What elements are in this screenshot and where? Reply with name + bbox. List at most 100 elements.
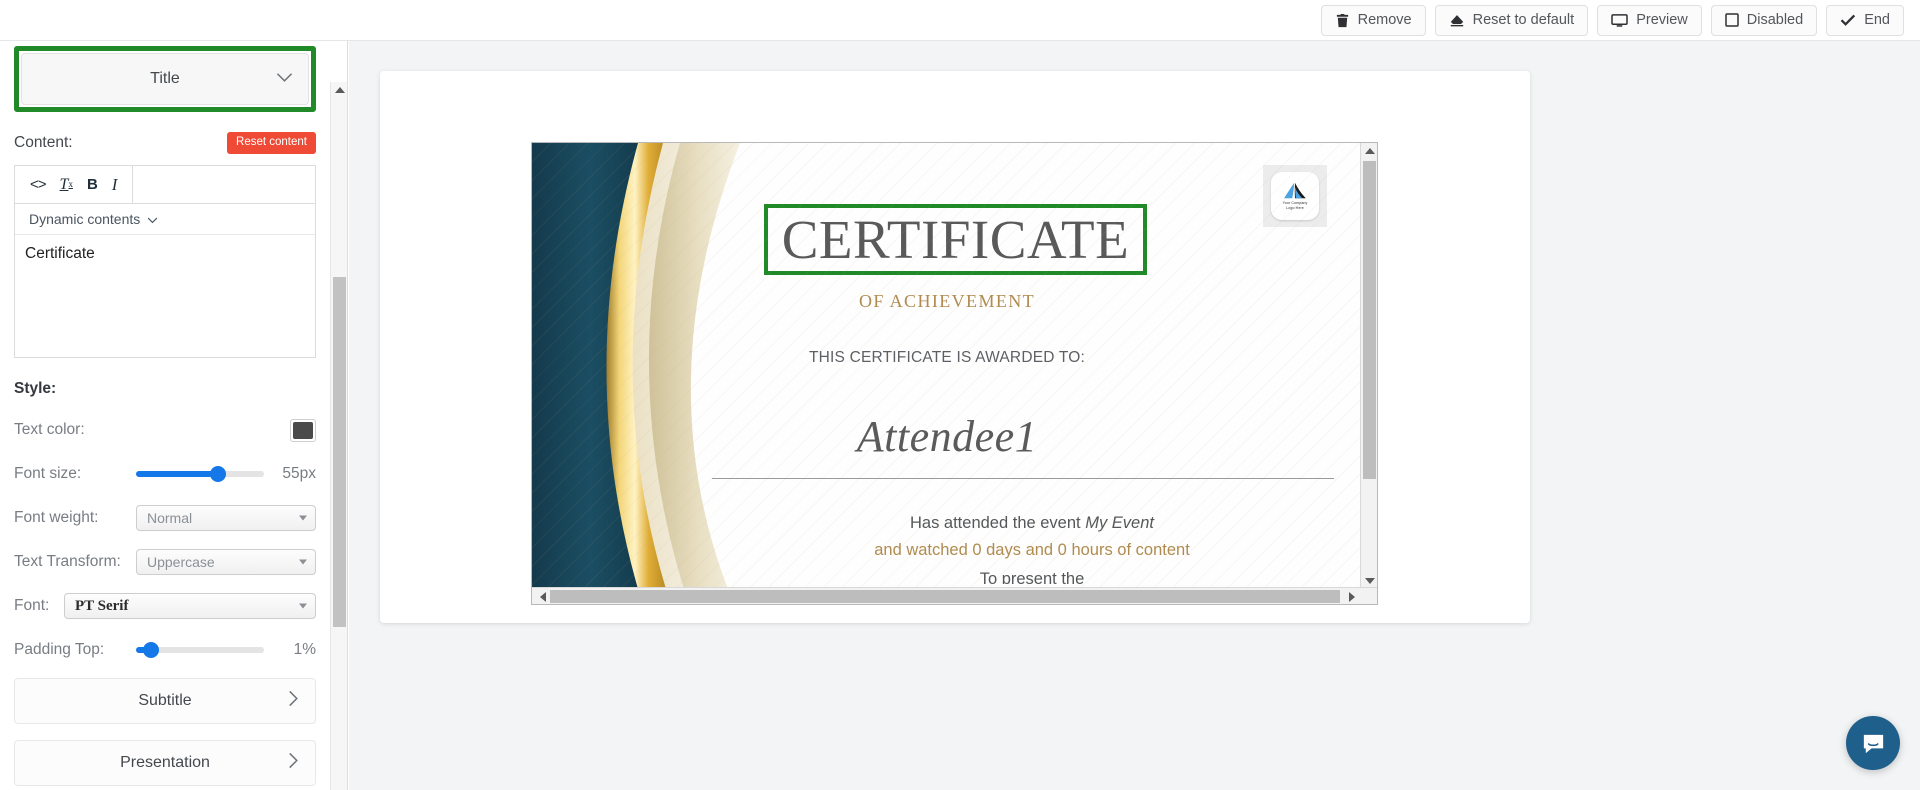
certificate-title: CERTIFICATE bbox=[781, 209, 1130, 270]
reset-content-button[interactable]: Reset content bbox=[227, 132, 316, 154]
text-transform-label: Text Transform: bbox=[14, 553, 121, 570]
company-logo-placeholder: Your Company Logo Here bbox=[1263, 165, 1327, 227]
check-icon bbox=[1840, 13, 1856, 27]
slider-fill bbox=[136, 471, 218, 477]
scroll-up-arrow-icon[interactable] bbox=[331, 82, 347, 98]
font-weight-select[interactable]: Normal bbox=[136, 505, 316, 531]
logo-caption-line2: Logo Here bbox=[1286, 206, 1304, 210]
font-label: Font: bbox=[14, 597, 50, 614]
dynamic-contents-dropdown[interactable]: Dynamic contents bbox=[15, 204, 315, 235]
dynamic-contents-label: Dynamic contents bbox=[29, 211, 141, 227]
logo-caption-line1: Your Company bbox=[1282, 200, 1308, 205]
settings-sidebar: Title Content: Reset content <> Tx B I D… bbox=[0, 41, 348, 790]
font-weight-row: Font weight: Normal bbox=[14, 505, 316, 531]
caret-down-icon bbox=[299, 559, 307, 565]
editor-toolbar-group: <> Tx B I bbox=[15, 166, 134, 203]
scroll-up-arrow-icon[interactable] bbox=[1361, 143, 1377, 159]
editor-toolbar: <> Tx B I bbox=[15, 166, 315, 204]
source-code-icon[interactable]: <> bbox=[30, 177, 47, 192]
content-label: Content: bbox=[14, 134, 73, 151]
certificate-signature-rule bbox=[712, 478, 1334, 479]
scroll-left-arrow-icon[interactable] bbox=[532, 588, 548, 604]
padding-top-slider[interactable] bbox=[136, 640, 264, 660]
preview-button-label: Preview bbox=[1636, 12, 1688, 28]
certificate-vscroll-thumb[interactable] bbox=[1363, 161, 1376, 479]
eraser-icon bbox=[1449, 13, 1465, 28]
slider-knob[interactable] bbox=[143, 642, 160, 658]
sidebar-scrollbar-thumb[interactable] bbox=[333, 277, 346, 627]
certificate-subtitle: OF ACHIEVEMENT bbox=[858, 291, 1036, 311]
logo-mark-icon bbox=[1284, 182, 1306, 198]
content-editor: <> Tx B I Dynamic contents Certificate bbox=[14, 165, 316, 358]
attended-event-name: My Event bbox=[1085, 514, 1154, 532]
caret-down-icon bbox=[299, 515, 307, 521]
chevron-down-icon bbox=[147, 211, 158, 227]
reset-to-default-button[interactable]: Reset to default bbox=[1434, 4, 1589, 36]
bold-icon[interactable]: B bbox=[87, 177, 98, 192]
text-color-swatch[interactable] bbox=[290, 418, 316, 442]
font-size-slider[interactable] bbox=[136, 464, 264, 484]
square-icon bbox=[1725, 13, 1739, 27]
preview-button[interactable]: Preview bbox=[1597, 4, 1702, 36]
certificate-awarded-to: THIS CERTIFICATE IS AWARDED TO: bbox=[808, 349, 1086, 366]
scroll-right-arrow-icon[interactable] bbox=[1346, 588, 1362, 604]
disabled-button-label: Disabled bbox=[1746, 12, 1804, 28]
text-color-label: Text color: bbox=[14, 421, 85, 438]
reset-to-default-label: Reset to default bbox=[1472, 12, 1575, 28]
certificate-attended-line: Has attended the event My Event bbox=[702, 514, 1362, 533]
attended-prefix: Has attended the event bbox=[910, 514, 1086, 532]
chevron-right-icon bbox=[288, 690, 299, 712]
settings-sidebar-content: Title Content: Reset content <> Tx B I D… bbox=[0, 41, 330, 786]
section-header-subtitle[interactable]: Subtitle bbox=[14, 678, 316, 724]
font-size-row: Font size: 55px bbox=[14, 462, 316, 486]
text-transform-select[interactable]: Uppercase bbox=[136, 549, 316, 575]
certificate-horizontal-scrollbar[interactable] bbox=[532, 587, 1377, 604]
font-row: Font: PT Serif bbox=[14, 593, 316, 619]
font-select[interactable]: PT Serif bbox=[64, 593, 316, 619]
chat-bubble-icon bbox=[1863, 734, 1883, 753]
certificate-vertical-scrollbar[interactable] bbox=[1360, 143, 1377, 589]
section-header-title[interactable]: Title bbox=[21, 53, 309, 105]
title-section-highlight: Title bbox=[14, 46, 316, 112]
slider-knob[interactable] bbox=[209, 466, 226, 482]
disabled-button[interactable]: Disabled bbox=[1710, 4, 1818, 36]
text-color-row: Text color: bbox=[14, 418, 316, 442]
padding-top-row: Padding Top: 1% bbox=[14, 638, 316, 662]
caret-down-icon bbox=[299, 603, 307, 609]
certificate-watched-line: and watched 0 days and 0 hours of conten… bbox=[874, 541, 1190, 559]
text-transform-row: Text Transform: Uppercase bbox=[14, 549, 316, 575]
intercom-chat-button[interactable] bbox=[1846, 716, 1900, 770]
section-header-subtitle-label: Subtitle bbox=[138, 692, 192, 709]
end-button[interactable]: End bbox=[1826, 4, 1904, 36]
certificate-hscroll-thumb[interactable] bbox=[550, 590, 1340, 603]
section-header-presentation[interactable]: Presentation bbox=[14, 740, 316, 786]
font-weight-value: Normal bbox=[147, 510, 193, 526]
editor-toolbar-spacer bbox=[133, 166, 315, 203]
trash-icon bbox=[1335, 13, 1350, 28]
certificate-attendee-name: Attendee1 bbox=[856, 412, 1038, 461]
sidebar-scrollbar[interactable] bbox=[330, 82, 347, 790]
certificate-title-highlight: CERTIFICATE bbox=[764, 204, 1147, 275]
font-size-label: Font size: bbox=[14, 465, 82, 482]
remove-format-icon[interactable]: Tx bbox=[60, 176, 73, 193]
section-header-presentation-label: Presentation bbox=[120, 754, 210, 771]
italic-icon[interactable]: I bbox=[112, 176, 118, 193]
logo-inner: Your Company Logo Here bbox=[1271, 172, 1319, 220]
remove-button[interactable]: Remove bbox=[1320, 4, 1426, 36]
end-button-label: End bbox=[1864, 12, 1890, 28]
font-value: PT Serif bbox=[75, 597, 129, 614]
style-heading: Style: bbox=[14, 380, 57, 397]
padding-top-value: 1% bbox=[293, 641, 316, 658]
content-editor-input[interactable]: Certificate bbox=[15, 235, 315, 357]
remove-button-label: Remove bbox=[1357, 12, 1412, 28]
preview-canvas: Your Company Logo Here CERTIFICATE OF AC… bbox=[349, 41, 1920, 790]
certificate-clipped-line: To present the bbox=[979, 570, 1085, 584]
font-size-value: 55px bbox=[282, 465, 316, 482]
certificate-paper: Your Company Logo Here CERTIFICATE OF AC… bbox=[380, 71, 1530, 623]
monitor-icon bbox=[1611, 13, 1628, 28]
padding-top-label: Padding Top: bbox=[14, 641, 105, 658]
text-transform-value: Uppercase bbox=[147, 554, 215, 570]
font-weight-label: Font weight: bbox=[14, 509, 99, 526]
certificate-viewport: Your Company Logo Here CERTIFICATE OF AC… bbox=[532, 143, 1362, 589]
certificate-content: Your Company Logo Here CERTIFICATE OF AC… bbox=[532, 143, 1362, 589]
